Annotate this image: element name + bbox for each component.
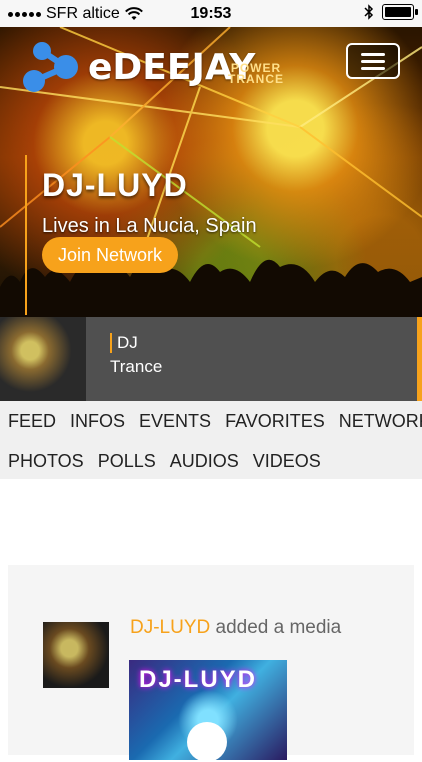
menu-icon-bar	[361, 53, 385, 56]
feed-author-link[interactable]: DJ-LUYD	[130, 617, 210, 638]
feed-item: DJ-LUYD added a media DJ-LUYD	[8, 565, 414, 762]
media-thumbnail[interactable]: DJ-LUYD	[129, 660, 287, 762]
tab-favorites[interactable]: FAVORITES	[225, 411, 325, 432]
tab-feed[interactable]: FEED	[8, 411, 56, 432]
feed-avatar[interactable]	[43, 622, 109, 688]
genre-label: Trance	[110, 357, 163, 376]
bluetooth-icon	[364, 4, 374, 20]
genre-accent-line	[110, 333, 112, 353]
hero-banner: eDEEJAY POWER TRANCE DJ-LUYD Lives in La…	[0, 27, 422, 317]
join-network-button[interactable]: Join Network	[42, 237, 178, 273]
strip-accent	[417, 317, 422, 401]
tabs-row: PHOTOS POLLS AUDIOS VIDEOS	[8, 451, 321, 472]
tab-events[interactable]: EVENTS	[139, 411, 211, 432]
tab-network[interactable]: NETWORK	[339, 411, 422, 432]
genre-label: DJ	[117, 333, 138, 352]
tab-infos[interactable]: INFOS	[70, 411, 125, 432]
profile-avatar[interactable]	[0, 317, 86, 401]
clock: 19:53	[190, 5, 232, 22]
accent-bar	[25, 155, 27, 315]
profile-tabs: FEED INFOS EVENTS FAVORITES NETWORK PHOT…	[0, 401, 422, 479]
feed-action: added a media	[215, 617, 342, 638]
media-title: DJ-LUYD	[139, 666, 258, 693]
logo-mark-icon	[23, 42, 78, 92]
tab-photos[interactable]: PHOTOS	[8, 451, 84, 472]
profile-location: Lives in La Nucia, Spain	[42, 215, 257, 237]
tab-polls[interactable]: POLLS	[98, 451, 156, 472]
play-icon[interactable]	[187, 722, 227, 762]
profile-strip: DJ Trance	[0, 317, 422, 401]
hamburger-menu-button[interactable]	[346, 43, 400, 79]
feed-headline: DJ-LUYD added a media	[130, 617, 341, 639]
tabs-row: FEED INFOS EVENTS FAVORITES NETWORK	[8, 411, 422, 432]
tab-videos[interactable]: VIDEOS	[253, 451, 321, 472]
menu-icon-bar	[361, 60, 385, 63]
tab-audios[interactable]: AUDIOS	[170, 451, 239, 472]
logo-tagline-line2: TRANCE	[228, 72, 284, 86]
edeejay-logo[interactable]: eDEEJAY	[20, 37, 255, 97]
profile-name: DJ-LUYD	[42, 167, 188, 203]
menu-icon-bar	[361, 67, 385, 70]
status-bar: SFR altice 19:53	[0, 0, 422, 27]
battery-icon	[382, 4, 418, 20]
logo-tagline: POWER TRANCE	[228, 62, 284, 86]
